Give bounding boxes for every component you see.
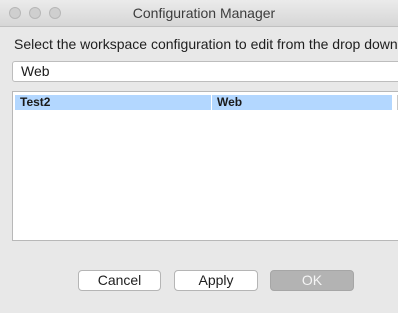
instruction-text: Select the workspace configuration to ed…: [14, 36, 398, 52]
ok-button[interactable]: OK: [270, 270, 354, 291]
table-cell-configuration[interactable]: Web: [212, 95, 392, 110]
table-cell-project[interactable]: Test2: [15, 95, 211, 110]
configuration-table: Test2 Web: [12, 91, 398, 241]
title-bar: Configuration Manager: [0, 0, 398, 27]
cancel-button[interactable]: Cancel: [78, 270, 161, 291]
apply-button[interactable]: Apply: [174, 270, 258, 291]
workspace-select[interactable]: Web: [12, 61, 398, 82]
window-title: Configuration Manager: [132, 5, 276, 21]
